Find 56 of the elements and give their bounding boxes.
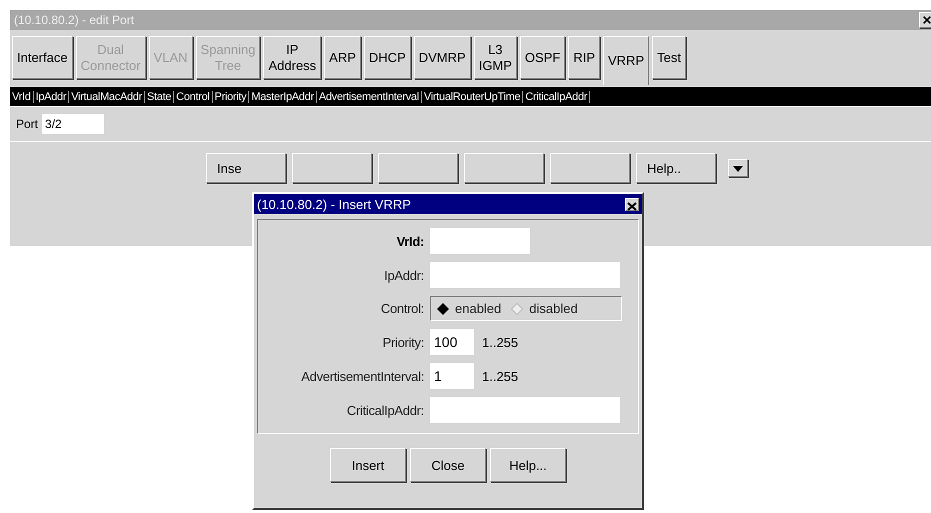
radio-unchecked-icon[interactable] <box>511 302 524 314</box>
dialog-button[interactable]: Close <box>410 448 486 482</box>
dialog-title: (10.10.80.2) - Insert VRRP <box>257 196 411 212</box>
close-button[interactable] <box>625 198 639 210</box>
field-label: Priority: <box>382 334 425 350</box>
tab[interactable]: DVMRP <box>414 36 471 79</box>
radio-option[interactable]: disabled <box>511 301 578 316</box>
toolbar-button[interactable] <box>292 153 372 183</box>
field-label: IpAddr: <box>383 268 425 282</box>
close-icon <box>922 15 931 25</box>
tab[interactable]: OSPF <box>520 36 566 79</box>
input-field[interactable]: 100 <box>430 329 474 355</box>
column-header[interactable]: VirtualRouterUpTime <box>422 90 524 102</box>
tab[interactable]: L3 IGMP <box>474 36 517 79</box>
caret-icon <box>732 164 744 172</box>
column-header[interactable]: VirtualMacAddr <box>69 90 145 102</box>
radio-option[interactable]: enabled <box>437 301 502 316</box>
toolbar-button[interactable] <box>378 153 458 183</box>
tab[interactable]: Test <box>652 36 686 79</box>
tab[interactable]: ARP <box>324 36 361 79</box>
range-hint: 1..255 <box>482 368 518 384</box>
field-label: VrId: <box>396 234 425 248</box>
column-header[interactable]: Control <box>174 90 213 102</box>
dialog-button[interactable]: Help... <box>490 448 566 482</box>
column-header[interactable]: VrId <box>10 90 34 102</box>
column-header[interactable]: CriticalIpAddr <box>523 90 590 102</box>
range-hint: 1..255 <box>482 334 518 350</box>
column-header[interactable]: MasterIpAddr <box>249 90 317 102</box>
toolbar-button[interactable]: Inse <box>206 153 286 183</box>
tab[interactable]: DHCP <box>364 36 411 79</box>
port-label: Port <box>16 117 38 131</box>
field-label: AdvertisementInterval: <box>300 368 425 384</box>
window-title: (10.10.80.2) - edit Port <box>14 13 134 27</box>
column-header[interactable]: AdvertisementInterval <box>316 90 422 102</box>
close-icon <box>627 202 637 210</box>
dialog-button[interactable]: Insert <box>330 448 406 482</box>
close-button[interactable] <box>919 12 931 28</box>
column-header[interactable]: Priority <box>212 90 250 102</box>
tab[interactable]: VRRP <box>603 36 650 85</box>
toolbar-button[interactable] <box>464 153 544 183</box>
toolbar-button[interactable] <box>550 153 630 183</box>
column-header[interactable]: State <box>144 90 174 102</box>
input-field[interactable] <box>430 228 530 254</box>
port-field[interactable]: 3/2 <box>42 114 104 134</box>
input-field[interactable] <box>430 262 620 288</box>
dropdown-button[interactable] <box>728 159 748 177</box>
tab[interactable]: Interface <box>12 36 73 79</box>
column-header[interactable]: IpAddr <box>34 90 70 102</box>
field-label: Control: <box>380 301 425 316</box>
radio-checked-icon[interactable] <box>437 302 449 314</box>
input-field[interactable]: 1 <box>430 363 474 389</box>
tab[interactable]: IP Address <box>263 36 322 79</box>
input-field[interactable] <box>430 397 620 423</box>
tab[interactable]: RIP <box>568 36 600 79</box>
field-label: CriticalIpAddr: <box>346 402 425 418</box>
toolbar-button[interactable]: Help.. <box>636 153 716 183</box>
